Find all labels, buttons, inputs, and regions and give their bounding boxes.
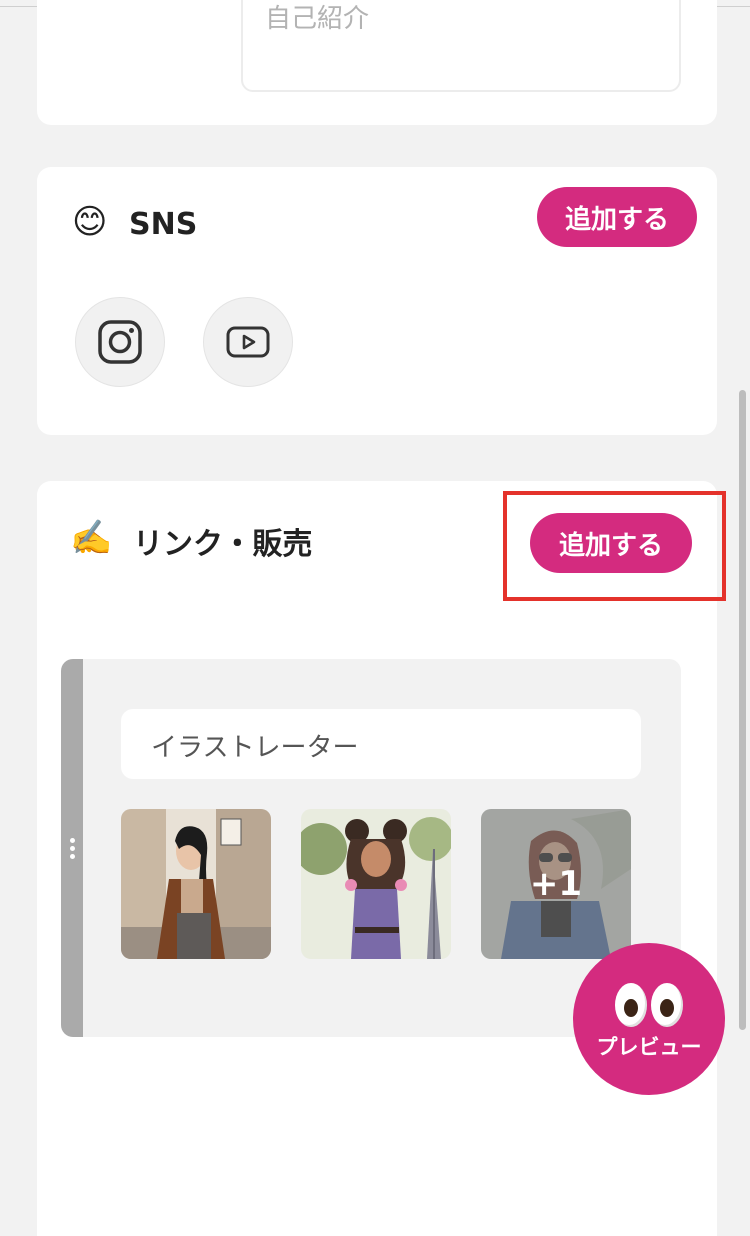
bio-card: 自己紹介: [37, 0, 717, 125]
sns-add-button[interactable]: 追加する: [537, 187, 697, 247]
youtube-icon: [226, 326, 270, 358]
more-count-overlay: +1: [481, 809, 631, 959]
bio-textarea[interactable]: 自己紹介: [241, 0, 681, 92]
bio-placeholder: 自己紹介: [265, 4, 370, 34]
link-item-title: イラストレーター: [151, 733, 359, 763]
link-item-title-field[interactable]: イラストレーター: [121, 709, 641, 779]
thumbnail-1[interactable]: [121, 809, 271, 959]
eye-right: [651, 983, 683, 1027]
drag-dot: [69, 853, 75, 859]
highlight-annotation-box: [503, 491, 726, 601]
instagram-button[interactable]: [75, 297, 165, 387]
eyes-icon: [615, 983, 683, 1027]
eye-left: [615, 983, 647, 1027]
scrollbar-thumb[interactable]: [739, 390, 746, 1030]
illustration-image: [121, 809, 271, 959]
instagram-icon: [98, 320, 142, 364]
writing-hand-emoji-icon: ✍️: [70, 518, 113, 558]
sns-section-title: SNS: [129, 207, 198, 242]
thumbnail-2[interactable]: [301, 809, 451, 959]
links-section-title: リンク・販売: [133, 527, 313, 562]
thumbnail-3[interactable]: +1: [481, 809, 631, 959]
smile-emoji-icon: 😊: [72, 202, 108, 242]
drag-dot: [69, 837, 75, 843]
preview-label: プレビュー: [596, 1035, 702, 1059]
illustration-image: [301, 809, 451, 959]
drag-handle[interactable]: [61, 659, 83, 1037]
drag-dot: [69, 845, 75, 851]
youtube-button[interactable]: [203, 297, 293, 387]
preview-button[interactable]: プレビュー: [573, 943, 725, 1095]
sns-card: 😊 SNS 追加する: [37, 167, 717, 435]
